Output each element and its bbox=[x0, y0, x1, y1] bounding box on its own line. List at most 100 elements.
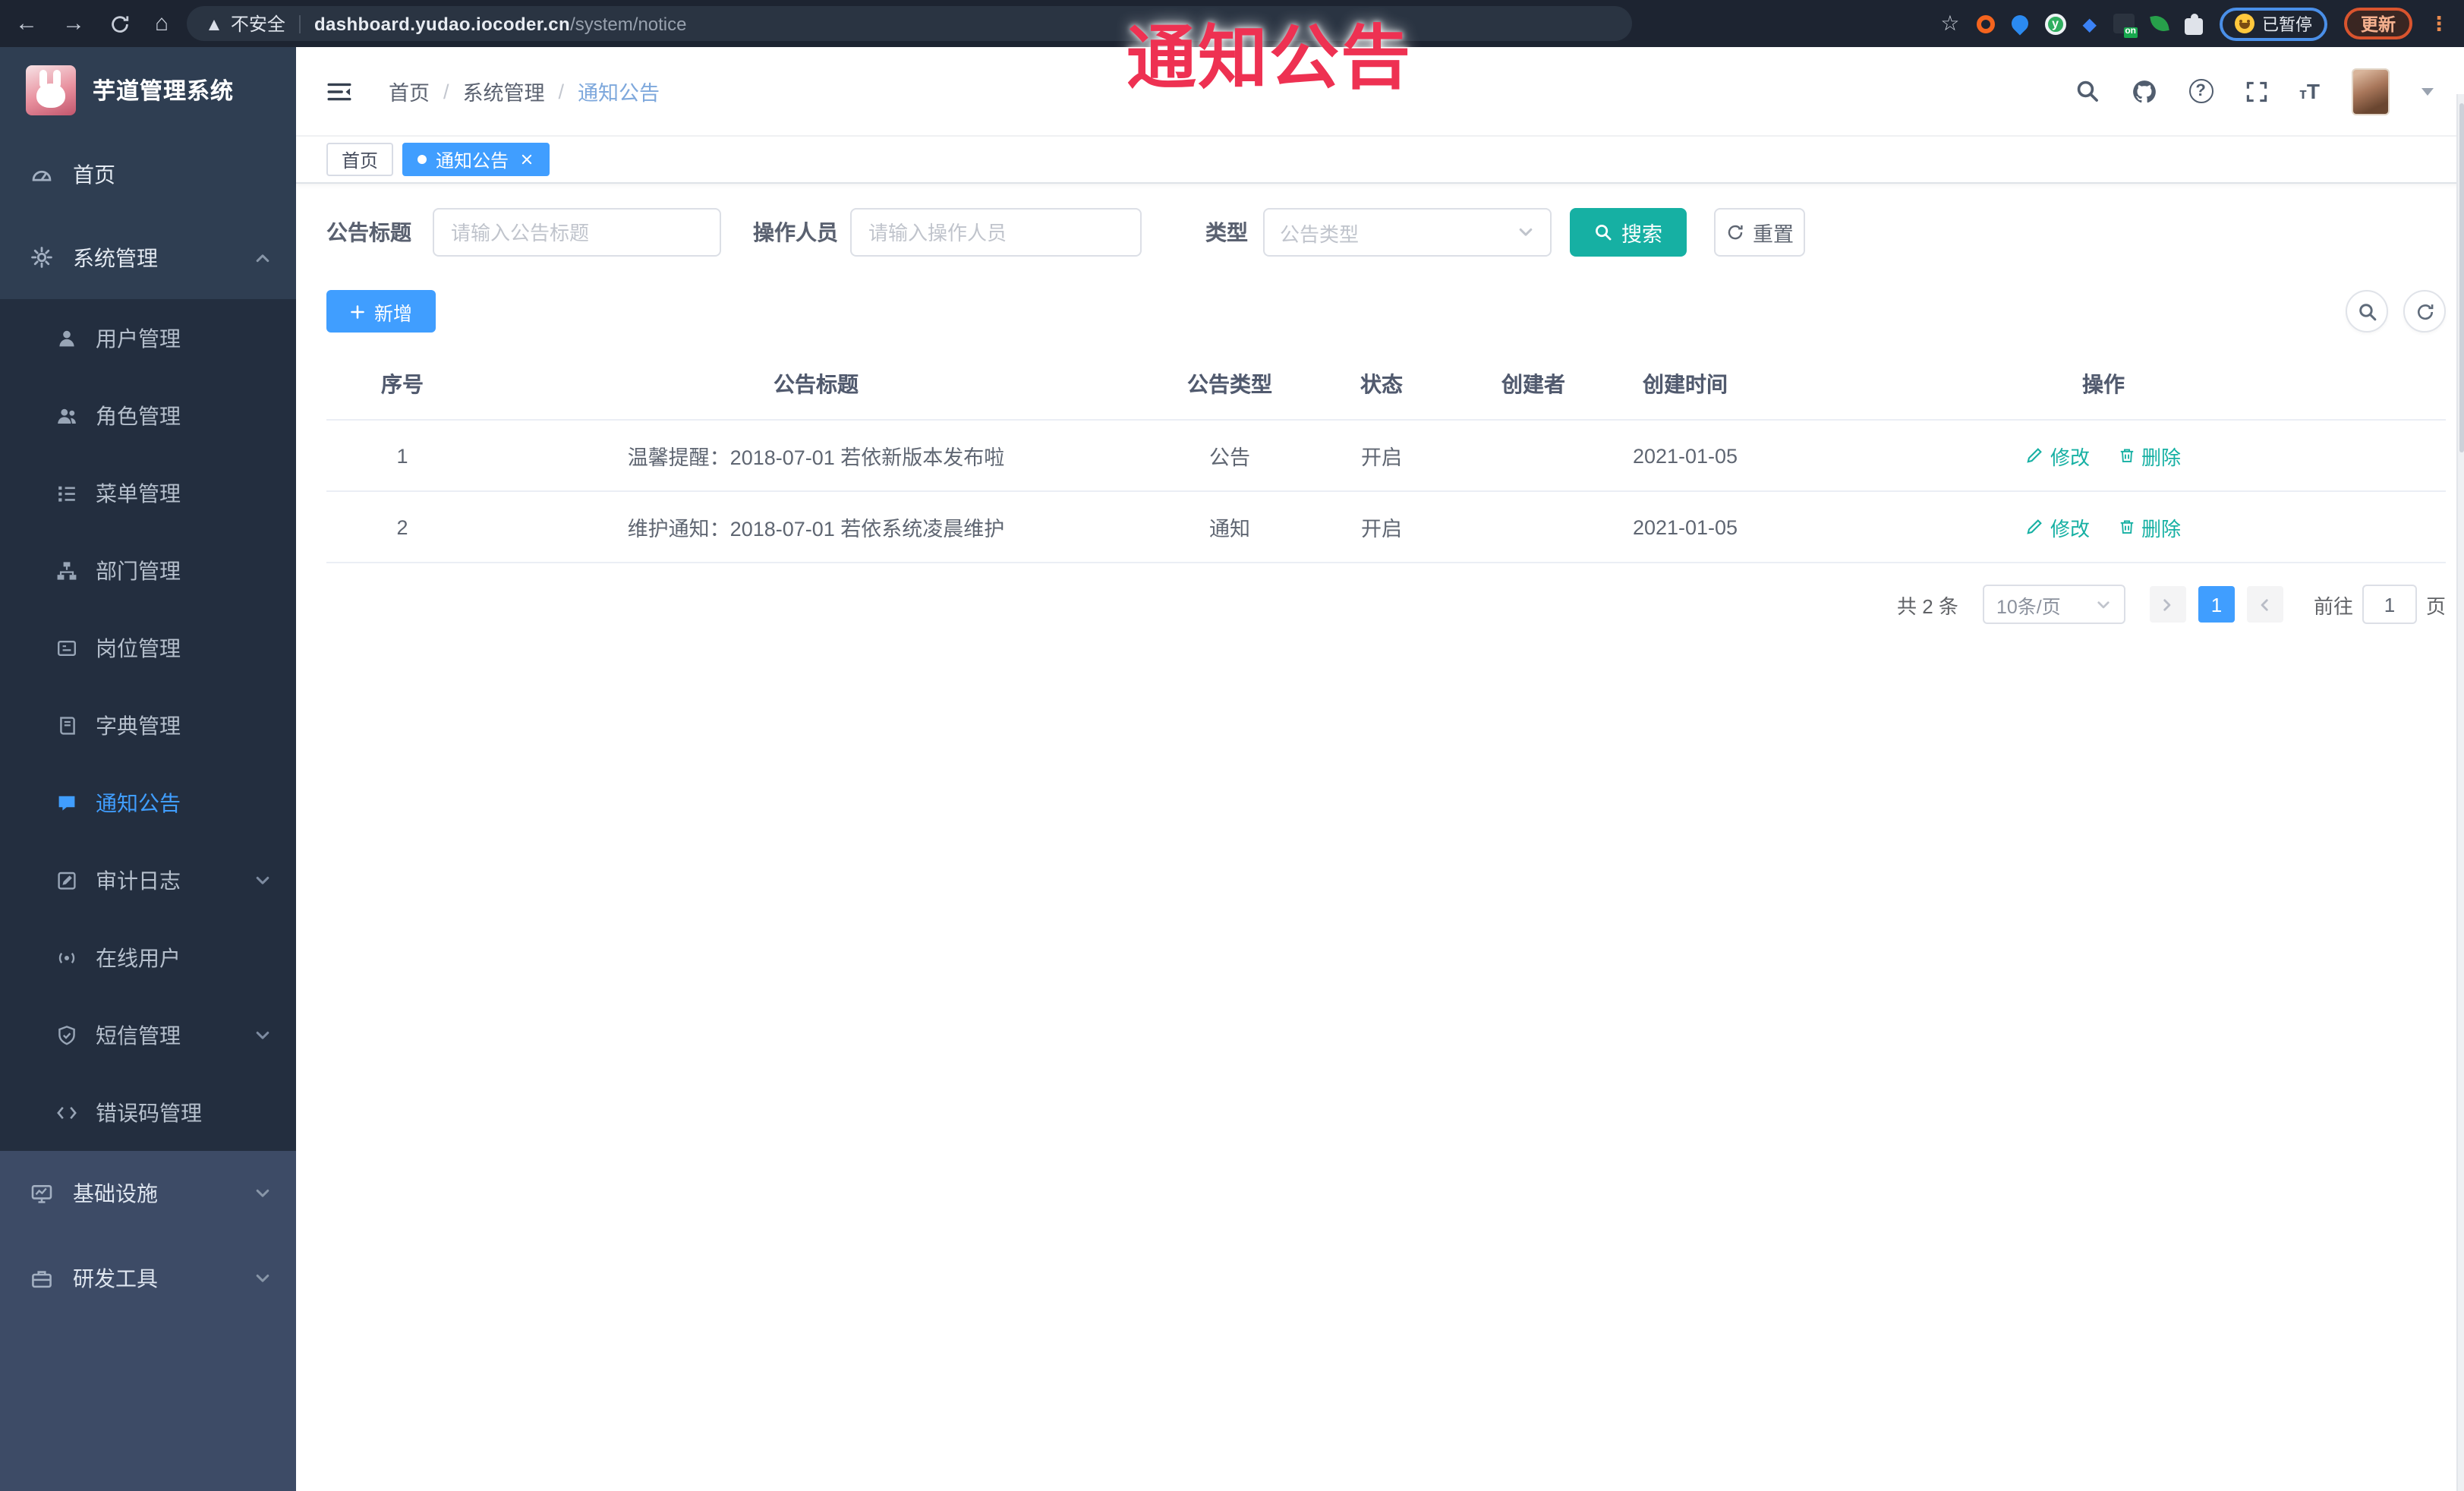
sidebar-collapse-icon[interactable] bbox=[326, 80, 352, 102]
dashboard-icon bbox=[30, 162, 53, 185]
page-scrollbar[interactable] bbox=[2456, 94, 2464, 1491]
address-bar[interactable]: ▲ 不安全 dashboard.yudao.iocoder.cn/system/… bbox=[187, 6, 1633, 41]
back-icon[interactable]: ← bbox=[15, 12, 38, 35]
header-actions: ? тT bbox=[2075, 68, 2434, 115]
next-page-button[interactable] bbox=[2246, 586, 2283, 623]
sidebar-item-label: 研发工具 bbox=[73, 1266, 158, 1291]
extension-gem-icon[interactable]: ◆ bbox=[2083, 14, 2097, 33]
user-avatar[interactable] bbox=[2352, 68, 2390, 115]
sidebar-item-dict[interactable]: 字典管理 bbox=[0, 686, 296, 764]
add-button[interactable]: 新增 bbox=[326, 290, 436, 333]
sidebar-item-label: 审计日志 bbox=[96, 868, 181, 892]
tab-home[interactable]: 首页 bbox=[326, 143, 394, 176]
title-filter-label: 公告标题 bbox=[326, 220, 411, 244]
forward-icon[interactable]: → bbox=[62, 12, 85, 35]
github-icon[interactable] bbox=[2131, 78, 2157, 104]
users-icon bbox=[56, 405, 77, 426]
browser-update-button[interactable]: 更新 bbox=[2344, 8, 2412, 39]
operator-filter-input[interactable] bbox=[850, 208, 1142, 257]
chevron-down-icon bbox=[254, 1026, 272, 1044]
sidebar-item-roles[interactable]: 角色管理 bbox=[0, 377, 296, 454]
sidebar-item-posts[interactable]: 岗位管理 bbox=[0, 609, 296, 686]
toggle-search-button[interactable] bbox=[2346, 290, 2388, 333]
home-icon[interactable]: ⌂ bbox=[155, 12, 169, 35]
table-header-row: 序号 公告标题 公告类型 状态 创建者 创建时间 操作 bbox=[326, 348, 2446, 421]
sidebar-item-home[interactable]: 首页 bbox=[0, 132, 296, 216]
delete-button[interactable]: 删除 bbox=[2117, 441, 2181, 470]
url-separator bbox=[298, 14, 301, 33]
active-tab-dot bbox=[417, 155, 427, 164]
reload-icon[interactable] bbox=[109, 13, 131, 34]
type-select-placeholder: 公告类型 bbox=[1280, 222, 1360, 245]
edit-button[interactable]: 修改 bbox=[2026, 441, 2090, 470]
font-size-icon[interactable]: тT bbox=[2299, 79, 2320, 103]
sidebar-item-label: 部门管理 bbox=[96, 558, 181, 582]
extension-leaf-icon[interactable] bbox=[2150, 14, 2169, 33]
avatar-caret-down-icon[interactable] bbox=[2421, 87, 2434, 95]
sidebar-item-users[interactable]: 用户管理 bbox=[0, 299, 296, 377]
search-icon bbox=[1594, 223, 1612, 241]
chevron-down-icon bbox=[1517, 223, 1535, 241]
breadcrumb-separator: / bbox=[558, 80, 565, 102]
page-size-select[interactable]: 10条/页 bbox=[1982, 585, 2125, 624]
sidebar-item-error-codes[interactable]: 错误码管理 bbox=[0, 1073, 296, 1151]
url-domain: dashboard.yudao.iocoder.cn bbox=[314, 13, 571, 34]
column-header: 创建时间 bbox=[1643, 371, 1728, 396]
id-card-icon bbox=[56, 637, 77, 658]
breadcrumb-home[interactable]: 首页 bbox=[389, 76, 430, 106]
extensions-puzzle-icon[interactable] bbox=[2185, 13, 2203, 34]
type-filter-select[interactable]: 公告类型 bbox=[1263, 208, 1552, 257]
tab-notice[interactable]: 通知公告 bbox=[402, 143, 550, 176]
sidebar-item-label: 用户管理 bbox=[96, 326, 181, 350]
sidebar-item-label: 错误码管理 bbox=[96, 1100, 202, 1124]
cell-type: 公告 bbox=[1209, 446, 1250, 469]
chevron-left-icon bbox=[2160, 596, 2176, 613]
breadcrumb-system[interactable]: 系统管理 bbox=[463, 76, 545, 106]
current-page-button[interactable]: 1 bbox=[2198, 586, 2235, 623]
sidebar-item-label: 角色管理 bbox=[96, 403, 181, 427]
close-icon[interactable] bbox=[519, 152, 534, 167]
page-unit-label: 页 bbox=[2425, 594, 2446, 617]
breadcrumb: 首页 / 系统管理 / 通知公告 bbox=[389, 76, 660, 106]
sidebar-item-departments[interactable]: 部门管理 bbox=[0, 531, 296, 609]
extension-orange-icon[interactable] bbox=[1976, 14, 1995, 33]
browser-menu-icon[interactable]: ⋮ bbox=[2429, 11, 2449, 36]
extension-switch-icon[interactable]: on bbox=[2113, 14, 2138, 38]
help-icon[interactable]: ? bbox=[2188, 79, 2214, 103]
sidebar-item-notice[interactable]: 通知公告 bbox=[0, 764, 296, 841]
prev-page-button[interactable] bbox=[2149, 586, 2186, 623]
reset-button[interactable]: 重置 bbox=[1714, 208, 1805, 257]
sidebar-logo[interactable]: 芋道管理系统 bbox=[0, 47, 296, 132]
extension-pin-icon[interactable] bbox=[2007, 11, 2032, 36]
chevron-down-icon bbox=[254, 1269, 272, 1288]
table-settings bbox=[2346, 290, 2446, 333]
row-actions: 修改 删除 bbox=[1761, 441, 2446, 470]
cell-title: 维护通知：2018-07-01 若依系统凌晨维护 bbox=[627, 518, 1005, 541]
page-size-value: 10条/页 bbox=[1996, 596, 2061, 617]
sidebar-item-online-users[interactable]: 在线用户 bbox=[0, 919, 296, 996]
sidebar-item-dev-tools[interactable]: 研发工具 bbox=[0, 1236, 296, 1321]
search-button[interactable]: 搜索 bbox=[1570, 208, 1687, 257]
title-filter-input[interactable] bbox=[433, 208, 721, 257]
fullscreen-icon[interactable] bbox=[2245, 80, 2267, 102]
cell-create-time: 2021-01-05 bbox=[1632, 515, 1738, 538]
sidebar-item-audit-log[interactable]: 审计日志 bbox=[0, 841, 296, 919]
sidebar-item-sms[interactable]: 短信管理 bbox=[0, 996, 296, 1073]
security-label[interactable]: 不安全 bbox=[231, 11, 285, 36]
browser-window: 通知公告 ← → ⌂ ▲ 不安全 dashboard.yudao.iocoder… bbox=[0, 0, 2464, 1491]
online-signal-icon bbox=[56, 947, 77, 968]
table-row: 2 维护通知：2018-07-01 若依系统凌晨维护 通知 开启 2021-01… bbox=[326, 492, 2446, 563]
delete-button[interactable]: 删除 bbox=[2117, 512, 2181, 541]
search-icon bbox=[2357, 301, 2377, 321]
refresh-table-button[interactable] bbox=[2403, 290, 2446, 333]
sidebar-item-infrastructure[interactable]: 基础设施 bbox=[0, 1151, 296, 1236]
extension-green-icon[interactable]: y bbox=[2044, 13, 2066, 34]
sidebar-item-system[interactable]: 系统管理 bbox=[0, 216, 296, 299]
search-icon[interactable] bbox=[2075, 79, 2099, 103]
edit-button[interactable]: 修改 bbox=[2026, 512, 2090, 541]
browser-profile-chip[interactable]: 已暂停 bbox=[2220, 7, 2327, 40]
bookmark-star-icon[interactable]: ☆ bbox=[1940, 11, 1959, 36]
sidebar-item-menus[interactable]: 菜单管理 bbox=[0, 454, 296, 531]
goto-page-input[interactable] bbox=[2362, 585, 2417, 624]
warning-icon: ▲ bbox=[205, 13, 223, 34]
